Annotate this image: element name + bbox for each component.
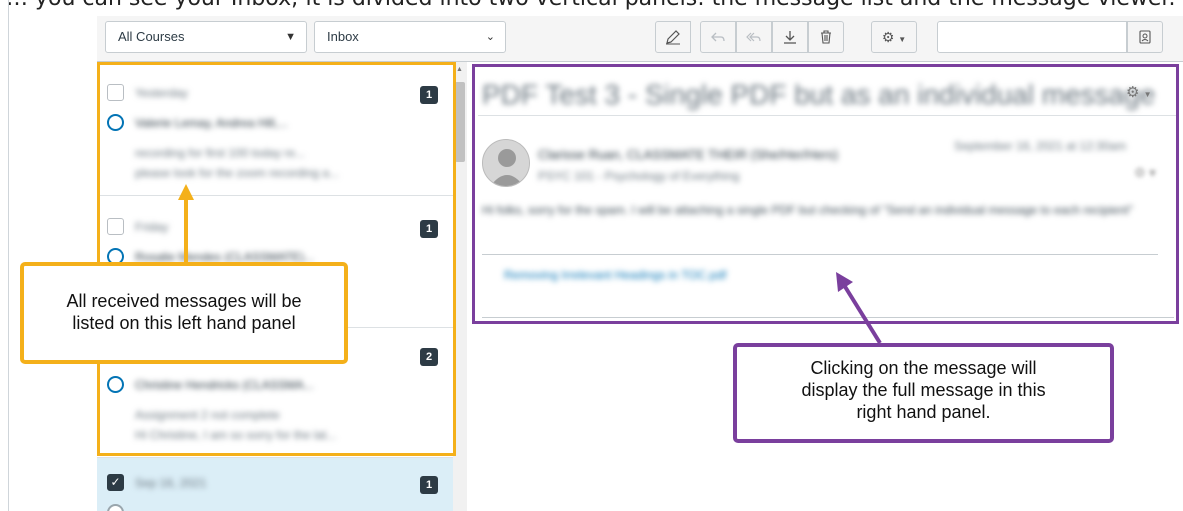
- sender-course: PSYC 101 - Psychology of Everything: [538, 169, 740, 183]
- message-count-badge: 1: [420, 476, 438, 494]
- attachment-link[interactable]: Removing Irrelevant Headings in TOC.pdf: [504, 268, 726, 282]
- right-panel-callout: Clicking on the message will display the…: [733, 343, 1114, 443]
- chevron-down-icon: ▼: [898, 35, 907, 44]
- left-panel-callout: All received messages will be listed on …: [20, 262, 348, 364]
- message-checkbox[interactable]: [107, 84, 124, 101]
- message-body: Hi folks, sorry for the spam. I will be …: [482, 203, 1133, 217]
- message-checkbox[interactable]: [107, 218, 124, 235]
- message-list-item[interactable]: ✓ Sep 16, 2021 1: [97, 458, 454, 511]
- conversation-settings-button[interactable]: ⚙ ▼: [1126, 83, 1152, 101]
- message-participants: Christine Hendricks (CLASSMA...: [135, 378, 314, 392]
- message-view-content: PDF Test 3 - Single PDF but as an indivi…: [474, 65, 1176, 321]
- compose-icon: [666, 30, 680, 45]
- sender-name: Clarisse Ruan, CLASSMATE THEIR (She/Her/…: [538, 147, 839, 162]
- settings-menu-button[interactable]: ⚙ ▼: [871, 21, 917, 53]
- mailbox-filter-select[interactable]: Inbox ⌄: [314, 21, 506, 53]
- message-list-scrollbar[interactable]: ▲: [453, 62, 467, 511]
- message-preview: Hi Christine, I am so sorry for the lat.…: [135, 428, 337, 442]
- message-date: Yesterday: [135, 86, 188, 100]
- message-subject: Assignment 2 not complete: [135, 408, 280, 422]
- mailbox-filter-value: Inbox: [327, 29, 359, 44]
- archive-button[interactable]: [772, 21, 808, 53]
- page-caption: … you can see your Inbox; it is divided …: [0, 0, 1183, 10]
- scroll-up-arrow-icon[interactable]: ▲: [456, 66, 463, 73]
- message-preview: please look for the zoom recording a...: [135, 166, 340, 180]
- reply-all-icon: [746, 32, 761, 42]
- course-filter-value: All Courses: [118, 29, 185, 44]
- address-book-button[interactable]: [1127, 21, 1163, 53]
- reply-icon: [711, 32, 725, 42]
- message-view-panel: PDF Test 3 - Single PDF but as an indivi…: [472, 62, 1183, 511]
- message-subject: recording for first 100 today re...: [135, 146, 306, 160]
- message-subject-heading: PDF Test 3 - Single PDF but as an indivi…: [482, 79, 1156, 110]
- chevron-down-icon: ⌄: [485, 31, 495, 43]
- delete-button[interactable]: [808, 21, 844, 53]
- scrollbar-thumb[interactable]: [455, 82, 465, 162]
- reply-all-button[interactable]: [736, 21, 772, 53]
- gear-icon: ⚙: [1126, 84, 1140, 101]
- compose-button[interactable]: [655, 21, 691, 53]
- gear-icon: ⚙: [881, 29, 895, 45]
- delete-icon: [821, 30, 831, 44]
- message-bottom-divider: [482, 317, 1174, 318]
- message-participants: Valerie Lemay, Andrea Hill,...: [135, 116, 288, 130]
- read-indicator-icon[interactable]: [107, 504, 124, 511]
- message-checkbox-checked[interactable]: ✓: [107, 474, 124, 491]
- message-date: Friday: [135, 220, 169, 234]
- default-avatar-icon: [483, 140, 529, 186]
- message-date: September 16, 2021 at 12:30am: [954, 139, 1127, 153]
- callout-line: listed on this left hand panel: [72, 313, 296, 333]
- message-gear-icon[interactable]: ⚙ ▾: [1134, 165, 1156, 181]
- header-divider: [478, 115, 1176, 116]
- message-count-badge: 1: [420, 86, 438, 104]
- avatar: [482, 139, 530, 187]
- chevron-down-icon: ▼: [1143, 90, 1152, 99]
- attachment-divider: [482, 254, 1158, 255]
- message-count-badge: 1: [420, 220, 438, 238]
- unread-indicator-icon[interactable]: [107, 376, 124, 393]
- message-count-badge: 2: [420, 348, 438, 366]
- inbox-toolbar: All Courses ▼ Inbox ⌄ ⚙ ▼: [97, 16, 1183, 62]
- left-divider: [8, 0, 9, 511]
- callout-line: display the full message in this: [801, 380, 1046, 400]
- archive-icon: [784, 31, 796, 44]
- message-list-item[interactable]: Yesterday Valerie Lemay, Andrea Hill,...…: [97, 62, 454, 196]
- message-date: Sep 16, 2021: [135, 476, 207, 490]
- chevron-down-icon: ▼: [285, 31, 296, 43]
- reply-button[interactable]: [700, 21, 736, 53]
- address-book-icon: [1139, 30, 1151, 44]
- callout-line: Clicking on the message will: [810, 358, 1037, 378]
- callout-line: All received messages will be: [66, 291, 302, 311]
- course-filter-select[interactable]: All Courses ▼: [105, 21, 307, 53]
- callout-line: right hand panel.: [856, 402, 991, 422]
- unread-indicator-icon[interactable]: [107, 114, 124, 131]
- search-input[interactable]: [937, 21, 1127, 53]
